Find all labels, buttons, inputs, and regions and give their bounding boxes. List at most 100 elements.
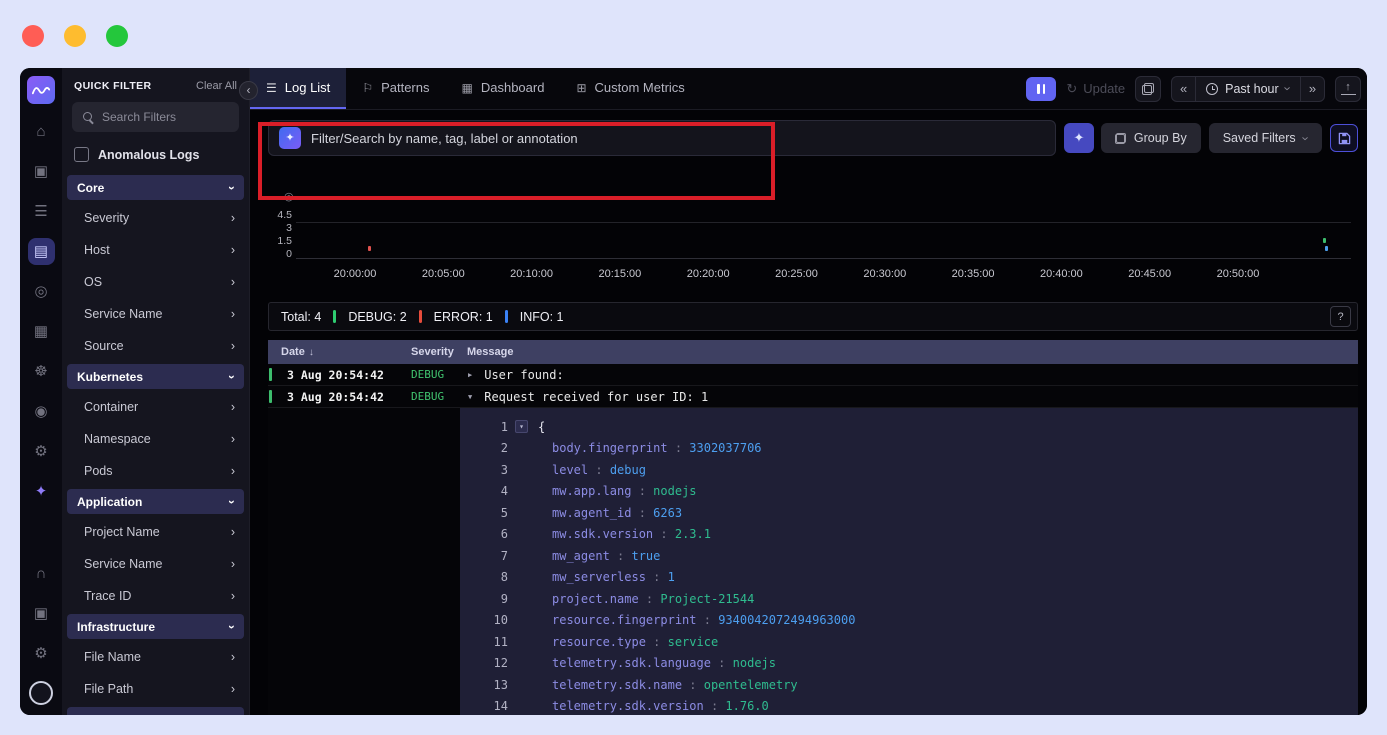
home-icon[interactable]: ⌂ [28,118,55,145]
line-number: 13 [460,678,508,692]
json-key: telemetry.sdk.language [552,656,711,670]
stat-separator [505,310,508,323]
settings-icon[interactable]: ⚙ [28,640,55,667]
update-button[interactable]: ↻ Update [1066,81,1125,97]
json-value: Project-21544 [660,592,754,606]
filter-item-os[interactable]: OS› [62,266,249,298]
line-number: 2 [460,441,508,455]
rum-icon[interactable]: ◉ [28,398,55,425]
support-icon[interactable]: ∩ [28,560,55,587]
chevron-down-icon: › [1299,136,1312,140]
macos-close-button[interactable] [22,25,44,47]
stat-total: Total: 4 [281,310,321,324]
time-shift-back-button[interactable]: « [1172,77,1196,101]
alerts-icon[interactable]: ◎ [28,278,55,305]
collapse-caret-icon[interactable]: ▼ [468,393,472,401]
filter-section-others[interactable]: Others› [67,707,244,715]
chart-info-icon[interactable]: ◎ [284,190,294,203]
log-table: Date↓ Severity Message 3 Aug 20:54:42DEBUG… [268,340,1358,715]
filter-section-application[interactable]: Application› [67,489,244,514]
log-row[interactable]: 3 Aug 20:54:42DEBUG▶User found: [268,364,1358,386]
filter-item-file-name[interactable]: File Name› [62,641,249,673]
filter-item-trace-id[interactable]: Trace ID› [62,580,249,612]
copy-view-button[interactable] [1135,76,1161,102]
dashboards-icon[interactable]: ▦ [28,318,55,345]
filters-icon[interactable]: ☰ [28,198,55,225]
json-lines: 1▾{2body.fingerprint : 33020377063level … [460,416,1358,715]
integrations-icon[interactable]: ▣ [28,600,55,627]
expand-caret-icon[interactable]: ▶ [468,371,472,379]
column-label: Severity [411,346,454,358]
filter-item-pods[interactable]: Pods› [62,455,249,487]
time-range-selector[interactable]: Past hour › [1196,77,1300,101]
log-message-text: User found: [484,368,563,382]
filter-item-service-name[interactable]: Service Name› [62,298,249,330]
tab-label: Custom Metrics [595,80,685,95]
tab-patterns[interactable]: ⚐Patterns [346,68,445,109]
automation-icon[interactable]: ⚙ [28,438,55,465]
json-colon: : [704,699,726,713]
column-header-date[interactable]: Date↓ [268,346,398,358]
filter-section-kubernetes[interactable]: Kubernetes› [67,364,244,389]
tab-dashboard[interactable]: ▦Dashboard [446,68,561,109]
save-filter-button[interactable] [1330,124,1358,152]
tab-log-list[interactable]: ☰Log List [250,68,346,109]
filter-item-file-path[interactable]: File Path› [62,673,249,705]
macos-minimize-button[interactable] [64,25,86,47]
line-number: 4 [460,484,508,498]
json-key: level [552,463,588,477]
json-colon: : [697,613,719,627]
line-number: 8 [460,570,508,584]
logs-icon[interactable]: ▤ [28,238,55,265]
json-value: 1.76.0 [725,699,768,713]
json-colon: : [646,635,668,649]
filter-item-container[interactable]: Container› [62,391,249,423]
log-message: ▼Request received for user ID: 1 [458,390,1358,404]
anomalous-logs-checkbox-row[interactable]: Anomalous Logs [62,140,249,173]
log-filter-search-input[interactable] [311,131,1045,146]
json-colon: : [631,484,653,498]
filter-item-label: OS [84,275,102,289]
ai-assist-icon[interactable]: ✦ [28,478,55,505]
help-button[interactable]: ? [1330,306,1351,327]
filter-item-project-name[interactable]: Project Name› [62,516,249,548]
column-header-severity[interactable]: Severity [398,346,458,358]
filter-item-service-name[interactable]: Service Name› [62,548,249,580]
filter-item-source[interactable]: Source› [62,330,249,362]
time-shift-forward-button[interactable]: » [1300,77,1324,101]
collapse-caret-icon[interactable]: ▾ [515,420,528,433]
json-key: telemetry.sdk.name [552,678,682,692]
macos-zoom-button[interactable] [106,25,128,47]
save-icon [1338,132,1351,145]
log-filter-search-box[interactable]: ✦ [268,120,1056,156]
collapse-panel-button[interactable]: ‹ [239,81,258,100]
middleware-logo[interactable] [27,76,55,104]
infrastructure-icon[interactable]: ▣ [28,158,55,185]
macos-traffic-lights [22,25,128,47]
filter-item-host[interactable]: Host› [62,234,249,266]
kubernetes-icon[interactable]: ☸ [28,358,55,385]
json-value: service [668,635,719,649]
filter-item-severity[interactable]: Severity› [62,202,249,234]
pause-live-button[interactable] [1026,77,1056,101]
checkbox-unchecked-icon[interactable] [74,147,89,162]
chevron-right-icon: › [231,244,235,257]
json-value: nodejs [733,656,776,670]
user-avatar[interactable] [29,681,53,705]
clear-all-button[interactable]: Clear All [196,80,237,92]
filter-section-core[interactable]: Core› [67,175,244,200]
column-header-message[interactable]: Message [458,346,1358,358]
filter-search-input[interactable] [72,102,239,132]
group-by-button[interactable]: Group By [1101,123,1201,153]
log-row[interactable]: 3 Aug 20:54:42DEBUG▼Request received for… [268,386,1358,408]
chevron-right-icon: › [231,590,235,603]
saved-filters-button[interactable]: Saved Filters › [1209,123,1322,153]
flag-icon: ⚐ [362,81,373,95]
json-key: body.fingerprint [552,441,668,455]
filter-section-infrastructure[interactable]: Infrastructure› [67,614,244,639]
ai-query-button[interactable]: ✦ [1064,123,1094,153]
export-button[interactable]: ↑ [1335,76,1361,102]
filter-item-namespace[interactable]: Namespace› [62,423,249,455]
tab-custom-metrics[interactable]: ⊞Custom Metrics [560,68,700,109]
json-line: 10resource.fingerprint : 934004207249496… [460,610,1358,632]
